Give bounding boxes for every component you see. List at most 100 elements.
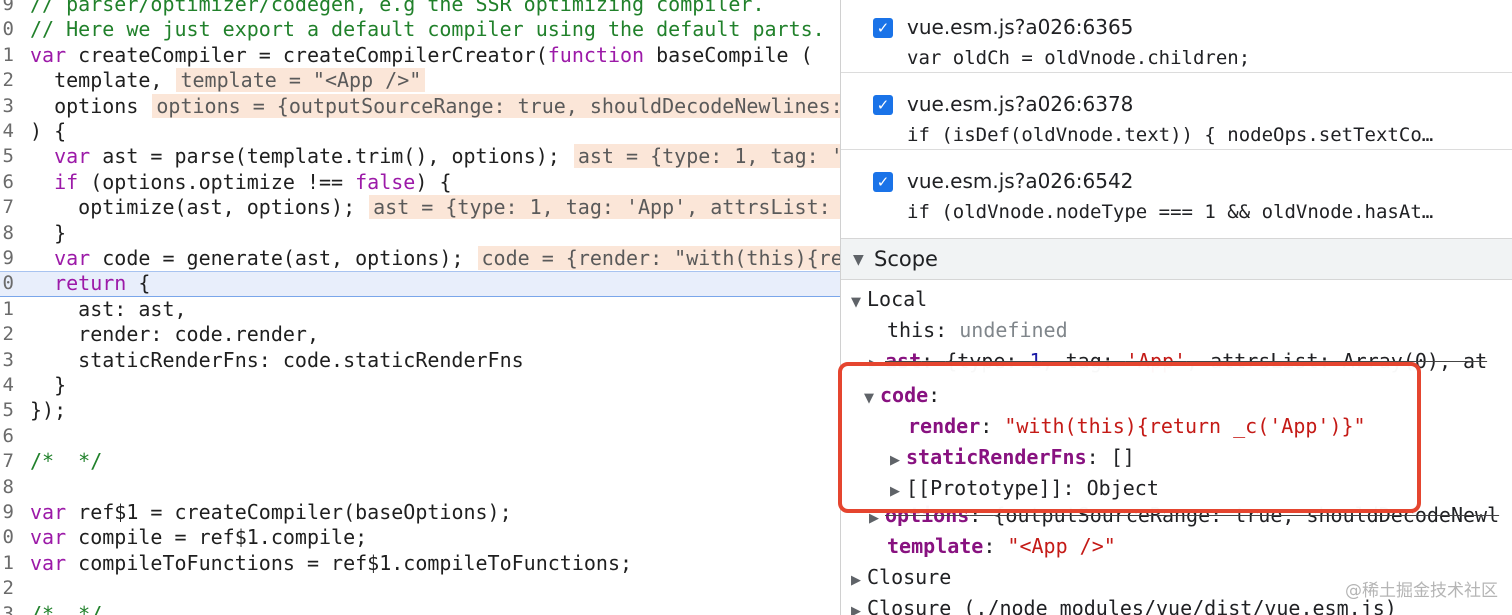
- line-number[interactable]: 6: [0, 424, 14, 449]
- inline-value-preview: ast = {type: 1, tag: 'App': [573, 144, 840, 169]
- var-key: this: [887, 318, 936, 342]
- var-key: template: [887, 534, 984, 558]
- debugger-sidebar: ✓ vue.esm.js?a026:6365 var oldCh = oldVn…: [840, 0, 1512, 615]
- code-text: var createCompiler = createCompilerCreat…: [30, 43, 813, 68]
- code-token: (options.optimize !==: [78, 169, 356, 194]
- code-line: 2 template, template = "<App />": [0, 68, 840, 93]
- code-text: var ast = parse(template.trim(), options…: [30, 144, 840, 169]
- line-number[interactable]: 2: [0, 68, 14, 93]
- line-number[interactable]: 3: [0, 602, 14, 615]
- inline-value-preview: template = "<App />": [176, 68, 426, 93]
- code-line: 7 /* */: [0, 449, 840, 474]
- triangle-right-icon: ▶: [851, 573, 861, 588]
- line-number[interactable]: 1: [0, 551, 14, 576]
- breakpoint-item[interactable]: ✓ vue.esm.js?a026:6378 if (isDef(oldVnod…: [841, 73, 1512, 150]
- checkbox-checked-icon[interactable]: ✓: [873, 172, 893, 192]
- code-token: }: [30, 220, 67, 245]
- code-line: 1 var createCompiler = createCompilerCrea…: [0, 43, 840, 68]
- code-token: function: [547, 42, 645, 67]
- code-token: }: [30, 373, 67, 397]
- line-number[interactable]: 4: [0, 119, 14, 144]
- var-prototype[interactable]: ▶ [[Prototype]]: Object: [890, 473, 1159, 504]
- triangle-down-icon: ▼: [853, 252, 864, 268]
- line-number[interactable]: 5: [0, 398, 14, 423]
- code-token: ref$1 = createCompiler(baseOptions);: [66, 500, 512, 524]
- scope-closure-label: Closure (./node_modules/vue/dist/vue.esm…: [867, 596, 1397, 615]
- code-text: render: code.render,: [30, 322, 319, 347]
- triangle-right-icon: ▶: [851, 604, 861, 615]
- triangle-down-icon: ▼: [864, 391, 874, 406]
- var-key: staticRenderFns: [906, 445, 1087, 469]
- checkbox-checked-icon[interactable]: ✓: [873, 18, 893, 38]
- line-number[interactable]: 1: [0, 43, 14, 68]
- source-editor[interactable]: 9 // parser/optimizer/codegen, e.g the SS…: [0, 0, 840, 615]
- code-line: 9 // parser/optimizer/codegen, e.g the SS…: [0, 0, 840, 17]
- var-template: template: "<App />": [887, 534, 1116, 558]
- line-number[interactable]: 7: [0, 195, 14, 220]
- code-text: options options = {outputSourceRange: tru…: [30, 93, 840, 119]
- line-number[interactable]: 0: [0, 17, 14, 42]
- triangle-right-icon: ▶: [890, 484, 900, 499]
- code-token: staticRenderFns: code.staticRenderFns: [30, 347, 524, 372]
- code-line: 4 ) {: [0, 119, 840, 144]
- code-token: });: [30, 398, 67, 423]
- code-token: template,: [30, 68, 163, 93]
- var-code[interactable]: ▼ code:: [864, 380, 940, 411]
- line-number[interactable]: 9: [0, 500, 14, 525]
- line-number[interactable]: 2: [0, 576, 14, 601]
- line-number[interactable]: 0: [0, 271, 14, 296]
- line-number[interactable]: 6: [0, 170, 14, 195]
- line-number[interactable]: 2: [0, 322, 14, 347]
- line-number[interactable]: 8: [0, 221, 14, 246]
- scope-closure-module[interactable]: ▶ Closure (./node_modules/vue/dist/vue.es…: [851, 593, 1397, 615]
- code-text: ) {: [30, 119, 66, 144]
- code-line: 3 staticRenderFns: code.staticRenderFns: [0, 348, 840, 373]
- code-line: 1 ast: ast,: [0, 297, 840, 322]
- code-line: 2: [0, 576, 840, 601]
- code-line: 8: [0, 475, 840, 500]
- line-number[interactable]: 8: [0, 475, 14, 500]
- scope-closure-label: Closure: [867, 565, 952, 589]
- scope-section-header[interactable]: ▼ Scope: [841, 238, 1512, 280]
- var-key: code: [880, 383, 929, 407]
- code-line: 0 var compile = ref$1.compile;: [0, 525, 840, 550]
- code-line: 9 var ref$1 = createCompiler(baseOptions)…: [0, 500, 840, 525]
- code-text: var code = generate(ast, options); code =…: [30, 246, 840, 271]
- code-text: /* */: [30, 449, 102, 474]
- code-token: // Here we just export a default compile…: [30, 17, 825, 42]
- code-text: }: [30, 221, 66, 246]
- inline-value-preview: code = {render: "with(this){return _c('A…: [477, 246, 840, 270]
- var-key: [[Prototype]]: [906, 476, 1063, 500]
- code-line: 6 if (options.optimize !== false) {: [0, 170, 840, 195]
- line-number[interactable]: 3: [0, 348, 14, 373]
- watermark: @稀土掘金技术社区: [1345, 581, 1498, 601]
- line-number[interactable]: 9: [0, 0, 14, 17]
- breakpoint-item[interactable]: ✓ vue.esm.js?a026:6365 var oldCh = oldVn…: [841, 0, 1512, 73]
- code-line: 9 var code = generate(ast, options); code…: [0, 246, 840, 271]
- code-text: // Here we just export a default compile…: [30, 17, 825, 42]
- breakpoint-item[interactable]: ✓ vue.esm.js?a026:6542 if (oldVnode.node…: [841, 150, 1512, 227]
- code-token: if: [54, 169, 79, 194]
- code-text: template, template = "<App />": [30, 68, 426, 93]
- scope-closure[interactable]: ▶ Closure: [851, 562, 951, 593]
- line-number[interactable]: 5: [0, 144, 14, 169]
- line-number[interactable]: 7: [0, 449, 14, 474]
- code-token: var: [30, 550, 67, 575]
- line-number[interactable]: 3: [0, 94, 14, 119]
- var-static-render-fns[interactable]: ▶ staticRenderFns: []: [890, 442, 1135, 473]
- line-number[interactable]: 0: [0, 525, 14, 550]
- breakpoint-location: vue.esm.js?a026:6365: [907, 15, 1134, 39]
- checkbox-checked-icon[interactable]: ✓: [873, 95, 893, 115]
- line-number[interactable]: 4: [0, 373, 14, 398]
- code-line: 5});: [0, 398, 840, 423]
- scope-local[interactable]: ▼ Local: [851, 284, 927, 315]
- code-line: 3 /* */: [0, 602, 840, 615]
- code-token: false: [355, 169, 416, 194]
- var-this: this: undefined: [887, 318, 1068, 342]
- line-number[interactable]: 9: [0, 246, 14, 271]
- code-line: 5 var ast = parse(template.trim(), optio…: [0, 144, 840, 169]
- line-number[interactable]: 1: [0, 297, 14, 322]
